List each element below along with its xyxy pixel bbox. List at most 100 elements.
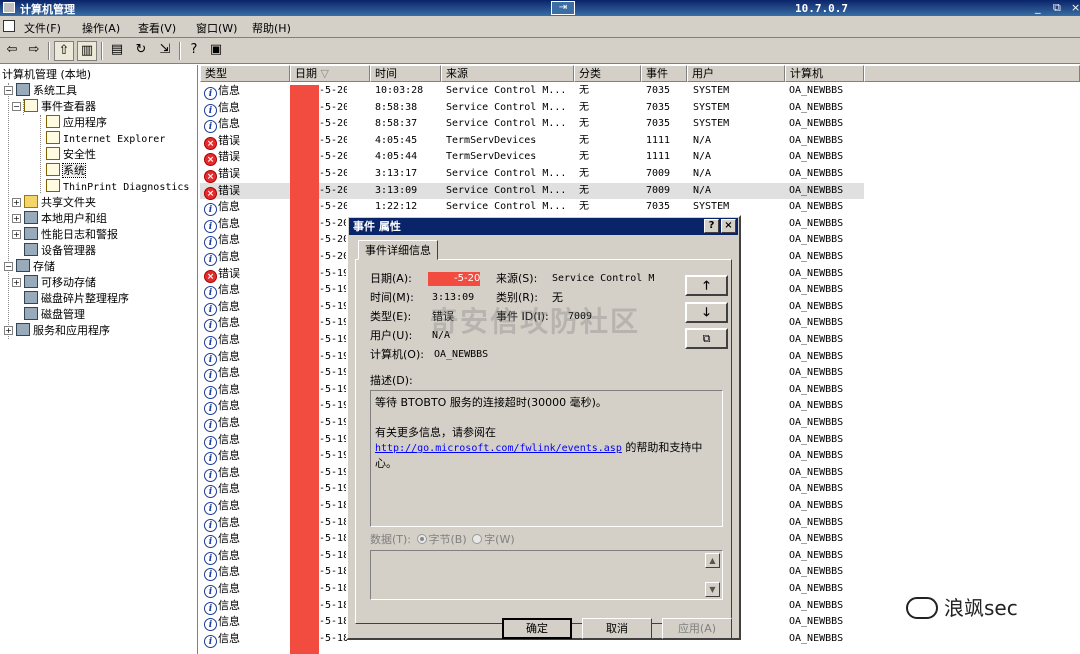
tree-log-thinprint[interactable]: ThinPrint Diagnostics <box>46 179 189 195</box>
cancel-button[interactable]: 取消 <box>582 618 652 639</box>
menu-view[interactable]: 查看(V) <box>138 20 176 36</box>
tree-defrag[interactable]: 磁盘碎片整理程序 <box>24 291 129 307</box>
refresh-icon[interactable]: ↻ <box>131 41 151 61</box>
error-icon: × <box>204 186 217 200</box>
type-label: 信息 <box>218 382 240 396</box>
tree-disk-management[interactable]: 磁盘管理 <box>24 307 85 323</box>
copy-button[interactable]: ⧉ <box>685 328 728 349</box>
restore-button[interactable]: ⧉ <box>1053 1 1061 15</box>
column-header-computer[interactable]: 计算机 <box>785 65 864 82</box>
error-icon: × <box>204 136 217 150</box>
expand-icon[interactable]: + <box>12 230 21 239</box>
tree-device-manager[interactable]: 设备管理器 <box>24 243 96 259</box>
collapse-icon[interactable]: − <box>4 86 13 95</box>
tree-event-viewer[interactable]: − 事件查看器 <box>12 99 96 115</box>
tab-event-details[interactable]: 事件详细信息 <box>358 240 438 260</box>
type-label: 错误 <box>218 183 240 197</box>
properties-icon[interactable]: ▤ <box>107 41 127 61</box>
tree-local-users[interactable]: + 本地用户和组 <box>12 211 107 227</box>
cell-date: -5-19 <box>319 367 347 379</box>
tree-system-tools[interactable]: − 系统工具 <box>4 83 77 99</box>
cell-computer: OA_NEWBBS <box>789 599 844 611</box>
words-radio[interactable] <box>472 534 483 544</box>
cell-date: -5-20 <box>319 234 347 246</box>
ok-button[interactable]: 确定 <box>502 618 572 639</box>
tree-label: 共享文件夹 <box>41 196 96 209</box>
source-label: 来源(S): <box>496 272 538 285</box>
type-label: 信息 <box>218 366 240 380</box>
tree-removable-storage[interactable]: + 可移动存储 <box>12 275 96 291</box>
cell-category: 无 <box>579 134 589 146</box>
expand-icon[interactable]: + <box>12 198 21 207</box>
tree-log-system[interactable]: 系统 <box>46 163 86 179</box>
expand-icon[interactable]: + <box>4 326 13 335</box>
tree-log-internet-explorer[interactable]: Internet Explorer <box>46 131 165 147</box>
up-folder-icon[interactable]: ⇧ <box>54 41 74 61</box>
expand-icon[interactable]: + <box>12 214 21 223</box>
cell-computer: OA_NEWBBS <box>789 433 844 445</box>
cell-date: -5-18 <box>319 599 347 611</box>
cell-type: i 信息 <box>204 199 240 217</box>
wechat-account: 浪飒sec <box>944 596 1018 620</box>
cell-type: i 信息 <box>204 531 240 549</box>
column-header-date[interactable]: 日期 ▽ <box>290 65 370 82</box>
cell-type: i 信息 <box>204 548 240 565</box>
menu-help[interactable]: 帮助(H) <box>252 20 291 36</box>
help-icon[interactable]: ? <box>184 41 204 61</box>
help-link[interactable]: http://go.microsoft.com/fwlink/events.as… <box>375 443 622 454</box>
column-header-time[interactable]: 时间 <box>370 65 441 82</box>
cell-date: -5-19 <box>319 450 347 462</box>
tree-root[interactable]: 计算机管理 (本地) <box>2 67 91 83</box>
previous-event-button[interactable]: 🡑 <box>685 275 728 296</box>
info-icon: i <box>204 518 217 532</box>
tree-label: ThinPrint Diagnostics <box>63 182 190 193</box>
data-box[interactable]: ▲ ▼ <box>370 550 723 600</box>
defrag-icon <box>24 291 38 304</box>
apply-button[interactable]: 应用(A) <box>662 618 732 639</box>
cell-computer: OA_NEWBBS <box>789 483 844 495</box>
cell-computer: OA_NEWBBS <box>789 400 844 412</box>
tree-storage[interactable]: − 存储 <box>4 259 55 275</box>
cell-computer: OA_NEWBBS <box>789 118 844 130</box>
expand-icon[interactable]: + <box>12 278 21 287</box>
type-label: 信息 <box>218 482 240 496</box>
type-label: 信息 <box>218 233 240 247</box>
show-hide-tree-icon[interactable]: ▥ <box>77 41 97 61</box>
column-header-category[interactable]: 分类 <box>574 65 641 82</box>
column-header-type[interactable]: 类型 <box>200 65 290 82</box>
cell-computer: OA_NEWBBS <box>789 184 844 196</box>
export-list-icon[interactable]: ⇲ <box>155 41 175 61</box>
info-icon: i <box>204 468 217 482</box>
dialog-help-button[interactable]: ? <box>704 219 719 233</box>
close-button[interactable]: × <box>1071 1 1080 14</box>
next-event-button[interactable]: 🡓 <box>685 302 728 323</box>
bytes-radio[interactable] <box>416 534 427 544</box>
scroll-up-icon[interactable]: ▲ <box>705 553 720 568</box>
menu-window[interactable]: 窗口(W) <box>196 20 237 36</box>
mmc-document-icon[interactable] <box>3 20 15 32</box>
dialog-close-button[interactable]: × <box>721 219 736 233</box>
collapse-icon[interactable]: − <box>12 102 21 111</box>
column-header-source[interactable]: 来源 <box>441 65 574 82</box>
type-label: 信息 <box>218 84 240 97</box>
tree-log-security[interactable]: 安全性 <box>46 147 96 163</box>
column-header-event[interactable]: 事件 <box>641 65 687 82</box>
remote-pin-button[interactable]: ⇥ <box>551 1 575 15</box>
tree-perf-logs[interactable]: + 性能日志和警报 <box>12 227 118 243</box>
collapse-icon[interactable]: − <box>4 262 13 271</box>
menu-file[interactable]: 文件(F) <box>24 20 61 36</box>
error-icon: × <box>204 269 217 283</box>
menu-action[interactable]: 操作(A) <box>82 20 120 36</box>
console-help-icon[interactable]: ▣ <box>206 41 226 61</box>
minimize-button[interactable]: _ <box>1035 1 1041 14</box>
type-label: 信息 <box>218 615 240 629</box>
tree-log-application[interactable]: 应用程序 <box>46 115 107 131</box>
back-arrow-icon[interactable]: ⇦ <box>2 41 22 61</box>
forward-arrow-icon[interactable]: ⇨ <box>24 41 44 61</box>
cell-type: i 信息 <box>204 448 240 466</box>
tree-services-apps[interactable]: + 服务和应用程序 <box>4 323 110 339</box>
tree-shared-folders[interactable]: + 共享文件夹 <box>12 195 96 211</box>
description-box[interactable]: 等待 BTOBTO 服务的连接超时(30000 毫秒)。 有关更多信息，请参阅在… <box>370 390 723 527</box>
column-header-user[interactable]: 用户 <box>687 65 785 82</box>
scroll-down-icon[interactable]: ▼ <box>705 582 720 597</box>
